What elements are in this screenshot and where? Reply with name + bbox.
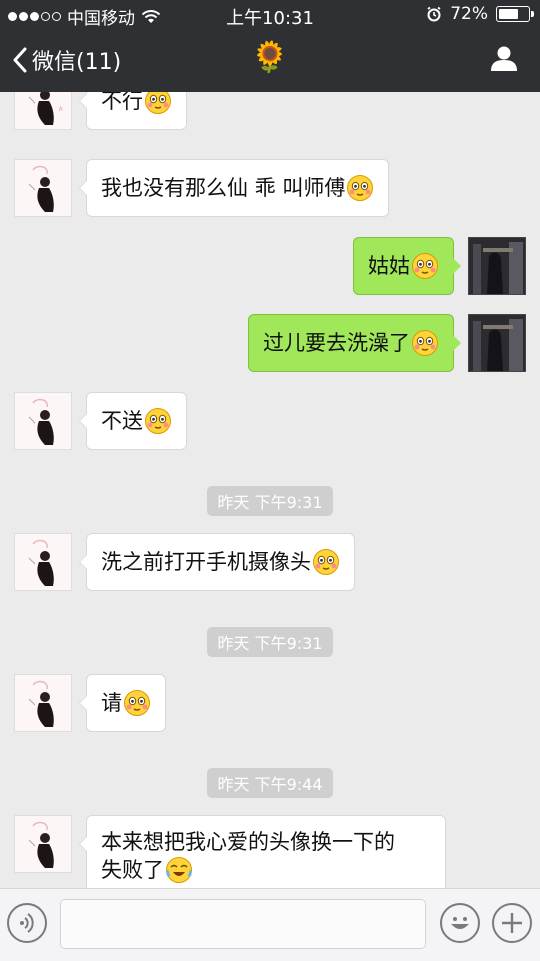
message-text: 过儿要去洗澡了 (263, 331, 410, 355)
flushed-face-icon (313, 549, 339, 575)
message-bubble[interactable]: 不行 (79, 92, 187, 130)
flushed-face-icon (145, 92, 171, 114)
timestamp-label: 昨天 下午9:44 (207, 768, 333, 798)
flushed-face-icon (412, 330, 438, 356)
message-bubble[interactable]: 洗之前打开手机摄像头 (79, 533, 355, 591)
more-button[interactable] (492, 903, 532, 943)
message-text: 我也没有那么仙 乖 叫师傅 (101, 176, 346, 200)
message-text: 不送 (101, 409, 143, 433)
contact-avatar[interactable] (14, 392, 72, 450)
message-input[interactable] (60, 899, 426, 949)
flushed-face-icon (145, 408, 171, 434)
message-bubble[interactable]: 不送 (79, 392, 187, 450)
timestamp: 昨天 下午9:44 (0, 768, 540, 798)
contact-avatar[interactable] (14, 533, 72, 591)
message-text: 本来想把我心爱的头像换一下的 (101, 830, 395, 854)
nav-bar: 微信(11) 🌻 (0, 30, 540, 92)
flushed-face-icon (124, 690, 150, 716)
message-bubble[interactable]: 我也没有那么仙 乖 叫师傅 (78, 159, 390, 217)
my-avatar[interactable] (468, 314, 526, 372)
message-line: 失败了 (101, 856, 431, 884)
flushed-face-icon (347, 175, 374, 201)
timestamp: 昨天 下午9:31 (0, 627, 540, 657)
message-text: 不行 (101, 92, 143, 113)
voice-icon (20, 913, 34, 933)
chat-area[interactable]: ℎ 不行 我也没有那么仙 乖 叫师傅 姑姑 过儿要去洗澡了 不送 昨天 下午9:… (0, 92, 540, 888)
message-bubble[interactable]: 姑姑 (353, 237, 461, 295)
timestamp: 昨天 下午9:31 (0, 486, 540, 516)
flushed-face-icon (412, 253, 438, 279)
contact-avatar[interactable] (14, 674, 72, 732)
alarm-clock-icon (427, 6, 441, 22)
profile-button[interactable] (490, 44, 518, 76)
status-right: 72% (426, 4, 534, 24)
profile-icon (491, 46, 517, 71)
svg-text:ℎ: ℎ (59, 106, 63, 113)
emoji-button[interactable] (440, 903, 480, 943)
input-bar (0, 888, 540, 961)
my-avatar[interactable] (468, 237, 526, 295)
plus-icon (502, 913, 522, 933)
message-text: 姑姑 (368, 254, 410, 278)
contact-avatar[interactable]: ℎ (14, 92, 72, 130)
message-line: 本来想把我心爱的头像换一下的 (101, 828, 431, 856)
smiley-icon (451, 917, 469, 929)
message-bubble[interactable]: 请 (79, 674, 166, 732)
contact-avatar[interactable] (14, 159, 72, 217)
message-bubble[interactable]: 本来想把我心爱的头像换一下的 失败了 (79, 815, 446, 888)
message-text: 洗之前打开手机摄像头 (101, 550, 311, 574)
timestamp-label: 昨天 下午9:31 (207, 627, 333, 657)
message-text: 请 (101, 691, 122, 715)
battery-icon (496, 6, 534, 22)
battery-percent: 72% (450, 4, 488, 24)
status-bar: 中国移动 上午10:31 72% (0, 0, 540, 30)
timestamp-label: 昨天 下午9:31 (207, 486, 333, 516)
message-text: 失败了 (101, 858, 164, 882)
chat-title: 🌻 (251, 40, 289, 75)
crying-laughing-face-icon (166, 857, 192, 883)
message-bubble[interactable]: 过儿要去洗澡了 (248, 314, 461, 372)
contact-avatar[interactable] (14, 815, 72, 873)
voice-input-button[interactable] (7, 903, 47, 943)
